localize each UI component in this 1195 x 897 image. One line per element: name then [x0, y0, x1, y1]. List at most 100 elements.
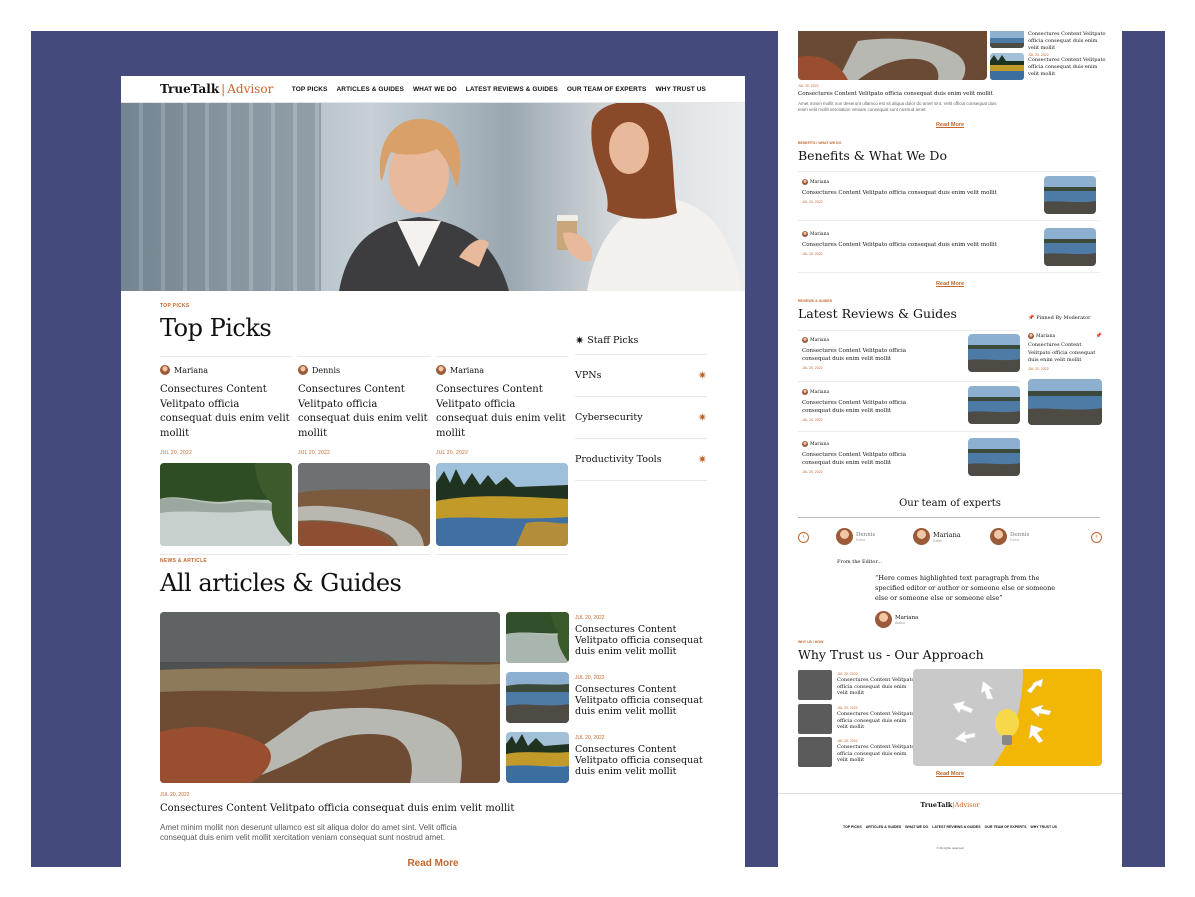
- top-pick-card[interactable]: Mariana Consectures Content Velitpato of…: [160, 356, 292, 555]
- footer-nav-latest-reviews[interactable]: LATEST REVIEWS & GUIDES: [932, 825, 980, 829]
- read-more-link[interactable]: Read More: [778, 771, 1122, 777]
- item-title: Consectures Content Velitpato officia co…: [837, 677, 915, 696]
- featured-excerpt: Amet minim mollit non deserunt ullamco e…: [160, 823, 457, 842]
- nav-what-we-do[interactable]: WHAT WE DO: [413, 86, 457, 93]
- staff-pick-vpns[interactable]: VPNs ✷: [575, 354, 707, 396]
- benefit-thumb[interactable]: [1044, 176, 1096, 214]
- trust-item[interactable]: JUL 20, 2022 Consectures Content Velitpa…: [837, 672, 915, 697]
- trust-thumb[interactable]: [798, 670, 832, 700]
- articles-title: All articles & Guides: [160, 569, 402, 597]
- card-title[interactable]: Consectures Content Velitpato officia co…: [436, 383, 568, 441]
- pinned-label: Pinned By Moderator: [1036, 315, 1091, 321]
- featured-title[interactable]: Consectures Content Velitpato officia co…: [798, 90, 1008, 98]
- article-thumb[interactable]: [990, 31, 1024, 48]
- avatar: [802, 231, 808, 237]
- nav-team[interactable]: OUR TEAM OF EXPERTS: [567, 86, 647, 93]
- avatar: [1028, 333, 1034, 339]
- hero-image: [121, 103, 745, 291]
- autumn-pond-image[interactable]: [436, 463, 568, 546]
- member-name: Mariana: [933, 530, 961, 539]
- trust-item[interactable]: JUL 20, 2022 Consectures Content Velitpa…: [837, 739, 915, 764]
- featured-article-image[interactable]: [160, 612, 500, 783]
- review-thumb[interactable]: [968, 386, 1020, 424]
- lightbulb-image[interactable]: [913, 669, 1102, 766]
- nav-menu: TOP PICKS ARTICLES & GUIDES WHAT WE DO L…: [292, 86, 706, 93]
- article-thumb-lake[interactable]: [506, 612, 569, 663]
- trust-thumb[interactable]: [798, 704, 832, 734]
- benefit-item[interactable]: Mariana Consectures Content Velitpato of…: [802, 231, 1002, 256]
- review-thumb[interactable]: [968, 438, 1020, 476]
- trust-tag: WHY US / HOW: [798, 640, 824, 644]
- avatar: [836, 528, 853, 545]
- read-more-link[interactable]: Read More: [121, 858, 745, 867]
- review-item[interactable]: Mariana Consectures Content Velitpato of…: [802, 441, 922, 474]
- star-icon: ✷: [575, 334, 585, 347]
- article-side-item[interactable]: JUL 20, 2022 Consectures Content Velitpa…: [575, 735, 715, 777]
- review-item[interactable]: Mariana Consectures Content Velitpato of…: [802, 337, 922, 370]
- item-title: Consectures Content Velitpato officia co…: [837, 711, 915, 730]
- reviews-title: Latest Reviews & Guides: [798, 306, 957, 321]
- card-title[interactable]: Consectures Content Velitpato officia co…: [160, 383, 292, 441]
- card-date: JUL 20, 2022: [298, 450, 330, 456]
- editor-quote: “Here comes highlighted text paragraph f…: [875, 574, 1056, 602]
- review-thumb[interactable]: [968, 334, 1020, 372]
- footer-nav-why-trust[interactable]: WHY TRUST US: [1030, 825, 1057, 829]
- featured-article-image[interactable]: [798, 31, 987, 80]
- trust-thumb[interactable]: [798, 737, 832, 767]
- top-pick-card[interactable]: Dennis Consectures Content Velitpato off…: [298, 356, 430, 555]
- article-thumb-autumn[interactable]: [506, 732, 569, 783]
- benefit-thumb[interactable]: [1044, 228, 1096, 266]
- staff-pick-productivity[interactable]: Productivity Tools ✷: [575, 438, 707, 481]
- footer-nav-top-picks[interactable]: TOP PICKS: [843, 825, 862, 829]
- lake-forest-image[interactable]: [160, 463, 292, 546]
- item-date: JUL 20, 2022: [802, 366, 823, 370]
- nav-top-picks[interactable]: TOP PICKS: [292, 86, 328, 93]
- hero-person-left: [339, 118, 509, 291]
- trust-item[interactable]: JUL 20, 2022 Consectures Content Velitpa…: [837, 706, 915, 731]
- pinned-thumb[interactable]: [1028, 379, 1102, 425]
- featured-excerpt: Amet minim mollit non deserunt ullamco e…: [798, 101, 997, 112]
- author-name: Mariana: [810, 231, 830, 237]
- featured-title[interactable]: Consectures Content Velitpato officia co…: [160, 803, 520, 814]
- item-title: Consectures Content Velitpato officia co…: [802, 452, 907, 466]
- footer-logo[interactable]: TrueTalk|Advisor: [778, 801, 1122, 809]
- footer-nav-team[interactable]: OUR TEAM OF EXPERTS: [985, 825, 1027, 829]
- benefit-item[interactable]: Mariana Consectures Content Velitpato of…: [802, 179, 1002, 204]
- logo-suffix: Advisor: [954, 801, 980, 809]
- item-date: JUL 20, 2022: [837, 739, 858, 743]
- pinned-review[interactable]: Mariana 📌 Consectures Content Velitpato o…: [1028, 333, 1102, 371]
- article-side-item[interactable]: JUL 20, 2022 Consectures Content Velitpa…: [1028, 53, 1108, 78]
- team-member[interactable]: Dennis Editor: [836, 528, 875, 545]
- avatar: [436, 365, 446, 375]
- article-thumb-rocky-lake[interactable]: [506, 672, 569, 723]
- nav-articles[interactable]: ARTICLES & GUIDES: [337, 86, 404, 93]
- logo[interactable]: TrueTalk | Advisor: [160, 82, 273, 96]
- avatar: [802, 337, 808, 343]
- team-member-active[interactable]: Mariana Editor: [913, 528, 961, 545]
- author-role: Author: [895, 620, 906, 625]
- card-title[interactable]: Consectures Content Velitpato officia co…: [298, 383, 430, 441]
- item-date: JUL 20, 2022: [802, 200, 823, 204]
- read-more-link[interactable]: Read More: [778, 281, 1122, 287]
- article-side-item[interactable]: JUL 20, 2022 Consectures Content Velitpa…: [575, 675, 715, 717]
- avatar: [802, 389, 808, 395]
- carousel-prev-icon[interactable]: ‹: [798, 532, 809, 543]
- river-marsh-image[interactable]: [298, 463, 430, 546]
- carousel-next-icon[interactable]: ›: [1091, 532, 1102, 543]
- article-thumb[interactable]: [990, 53, 1024, 80]
- top-pick-card[interactable]: Mariana Consectures Content Velitpato of…: [436, 356, 568, 555]
- read-more-link[interactable]: Read More: [778, 122, 1122, 128]
- staff-pick-cybersecurity[interactable]: Cybersecurity ✷: [575, 396, 707, 438]
- item-date: JUL 20, 2022: [802, 470, 823, 474]
- scrolled-page-preview: Consectures Content Velitpato officia co…: [778, 31, 1122, 867]
- nav-why-trust[interactable]: WHY TRUST US: [655, 86, 706, 93]
- nav-latest-reviews[interactable]: LATEST REVIEWS & GUIDES: [466, 86, 558, 93]
- footer-nav-what-we-do[interactable]: WHAT WE DO: [905, 825, 928, 829]
- member-role: Editor: [933, 538, 943, 543]
- article-side-item[interactable]: Consectures Content Velitpato officia co…: [1028, 31, 1108, 52]
- review-item[interactable]: Mariana Consectures Content Velitpato of…: [802, 389, 922, 422]
- footer-nav: TOP PICKS ARTICLES & GUIDES WHAT WE DO L…: [778, 825, 1122, 829]
- team-member[interactable]: Dennis Editor: [990, 528, 1029, 545]
- article-side-item[interactable]: JUL 20, 2022 Consectures Content Velitpa…: [575, 615, 715, 657]
- footer-nav-articles[interactable]: ARTICLES & GUIDES: [866, 825, 901, 829]
